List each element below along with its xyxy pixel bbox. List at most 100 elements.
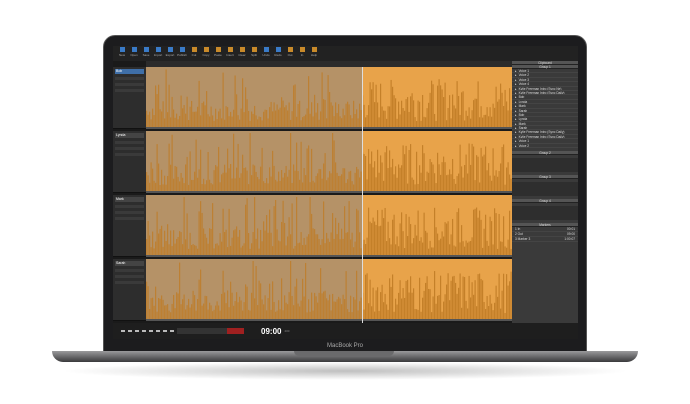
track-header: Mark (113, 195, 146, 257)
track-header: Bob (113, 67, 146, 129)
laptop-shadow (60, 362, 630, 380)
record-button[interactable] (149, 330, 153, 332)
clip-icon: ▸ (515, 73, 517, 78)
waveform (146, 195, 512, 255)
group-header[interactable]: Group 4 (512, 199, 578, 204)
clip-icon: ▸ (515, 99, 517, 104)
clip-icon: ▸ (515, 126, 517, 131)
toolbar-clear-button[interactable]: Clear (237, 47, 247, 60)
group-content (512, 182, 578, 197)
import-icon (155, 47, 161, 52)
pan-slider[interactable] (115, 83, 144, 86)
track-name[interactable]: Mark (115, 197, 144, 202)
in-icon (299, 47, 305, 52)
toolbar-save-button[interactable]: Save (141, 47, 151, 60)
toolbar-export-button[interactable]: Export (165, 47, 175, 60)
app-window: New Open Save Import Export Publish Cut Copy Pas… (113, 46, 578, 339)
help-icon (311, 47, 317, 52)
clip-icon: ▸ (515, 130, 517, 135)
play-button[interactable] (142, 330, 146, 332)
waveform (146, 67, 512, 127)
track-header: Lynda (113, 131, 146, 193)
clip-item[interactable]: ▸ Voice 2 (512, 143, 578, 149)
marker-row[interactable]: 3 Marker 3 1:00:07 (512, 237, 578, 243)
new-icon (119, 47, 125, 52)
copy-icon (203, 47, 209, 52)
back-button[interactable] (128, 330, 132, 332)
waveform (146, 131, 512, 191)
track-buttons[interactable] (115, 89, 144, 92)
track-waveform[interactable] (146, 67, 512, 129)
volume-slider[interactable] (115, 269, 144, 272)
pan-slider[interactable] (115, 147, 144, 150)
clip-icon: ▸ (515, 82, 517, 87)
track-name[interactable]: Sarah (115, 261, 144, 266)
undo-icon (263, 47, 269, 52)
group-header[interactable]: Group 3 (512, 175, 578, 180)
clipboard-panel: Clipboard Group 1 ▸ Voice 1 ▸ Voice 2 ▸ Voice… (512, 61, 578, 323)
track-waveform[interactable] (146, 131, 512, 193)
forward-button[interactable] (156, 330, 160, 332)
track-name[interactable]: Lynda (115, 133, 144, 138)
transport-bar: 09:00 200 (113, 323, 578, 339)
group-header[interactable]: Group 2 (512, 151, 578, 156)
toolbar: New Open Save Import Export Publish Cut Copy Pas… (113, 46, 578, 61)
playhead[interactable] (362, 67, 363, 323)
toolbar-help-button[interactable]: Help (309, 47, 319, 60)
level-meter (177, 328, 244, 334)
track-header: Sarah (113, 259, 146, 321)
paste-icon (215, 47, 221, 52)
clip-icon: ▸ (515, 90, 517, 95)
end-button[interactable] (163, 330, 167, 332)
clip-icon: ▸ (515, 95, 517, 100)
timecode: 09:00 (261, 326, 282, 336)
redo-icon (275, 47, 281, 52)
pan-slider[interactable] (115, 211, 144, 214)
track-buttons[interactable] (115, 217, 144, 220)
laptop-notch (294, 351, 394, 356)
toolbar-split-button[interactable]: Split (249, 47, 259, 60)
toolbar-in-button[interactable]: In (297, 47, 307, 60)
clip-icon: ▸ (515, 121, 517, 126)
volume-slider[interactable] (115, 141, 144, 144)
track-waveform[interactable] (146, 259, 512, 321)
clip-icon: ▸ (515, 134, 517, 139)
toolbar-undo-button[interactable]: Undo (261, 47, 271, 60)
group-content (512, 206, 578, 221)
split-icon (251, 47, 257, 52)
toolbar-cut-button[interactable]: Cut (189, 47, 199, 60)
volume-slider[interactable] (115, 77, 144, 80)
toolbar-redo-button[interactable]: Redo (273, 47, 283, 60)
clip-icon: ▸ (515, 139, 517, 144)
toolbar-insert-button[interactable]: Insert (225, 47, 235, 60)
toolbar-out-button[interactable]: Out (285, 47, 295, 60)
clip-icon: ▸ (515, 108, 517, 113)
group-content (512, 158, 578, 173)
export-icon (167, 47, 173, 52)
toolbar-copy-button[interactable]: Copy (201, 47, 211, 60)
pan-slider[interactable] (115, 275, 144, 278)
track-waveform[interactable] (146, 195, 512, 257)
insert-icon (227, 47, 233, 52)
clip-icon: ▸ (515, 143, 517, 148)
track-buttons[interactable] (115, 281, 144, 284)
save-icon (143, 47, 149, 52)
toolbar-import-button[interactable]: Import (153, 47, 163, 60)
open-icon (131, 47, 137, 52)
toolbar-publish-button[interactable]: Publish (177, 47, 187, 60)
rewind-button[interactable] (121, 330, 125, 332)
clip-icon: ▸ (515, 69, 517, 73)
stop-button[interactable] (135, 330, 139, 332)
clip-icon: ▸ (515, 86, 517, 91)
clip-icon: ▸ (515, 112, 517, 117)
track-name[interactable]: Bob (115, 69, 144, 74)
publish-icon (179, 47, 185, 52)
toolbar-open-button[interactable]: Open (129, 47, 139, 60)
loop-button[interactable] (170, 330, 174, 332)
cut-icon (191, 47, 197, 52)
volume-slider[interactable] (115, 205, 144, 208)
out-icon (287, 47, 293, 52)
toolbar-paste-button[interactable]: Paste (213, 47, 223, 60)
toolbar-new-button[interactable]: New (117, 47, 127, 60)
track-buttons[interactable] (115, 153, 144, 156)
